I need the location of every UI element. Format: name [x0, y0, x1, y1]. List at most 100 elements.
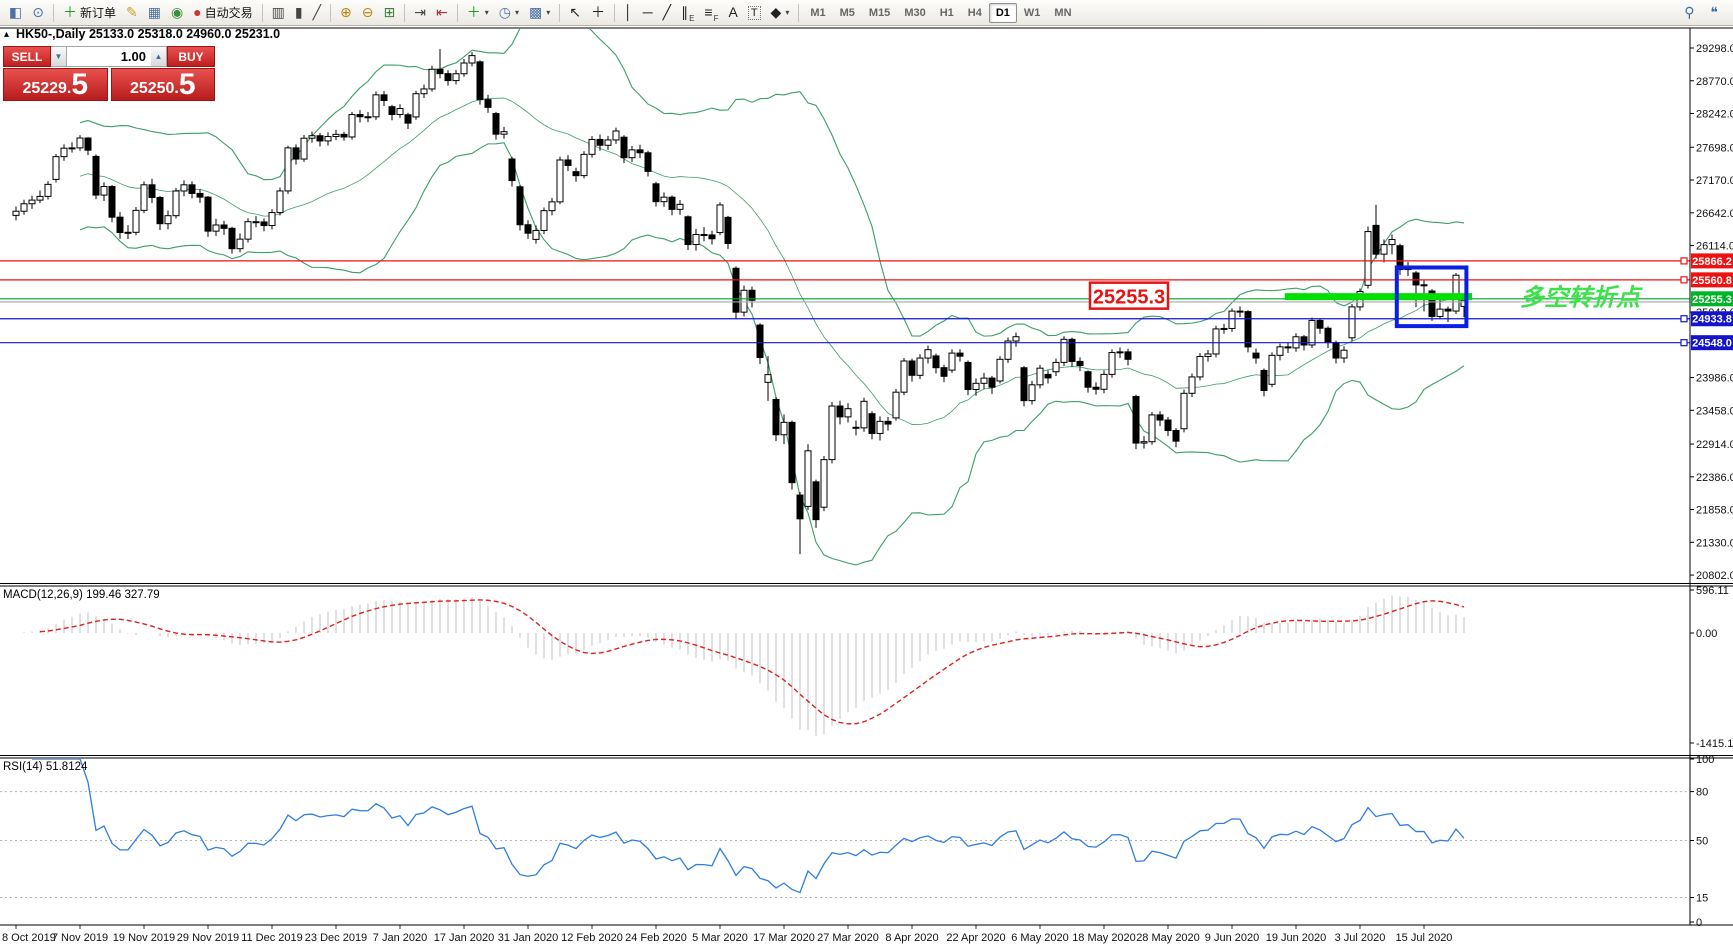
chart-canvas[interactable]: 25255.3 多空转折点 29298.0 28770.0 28242.0 27698.0…: [0, 0, 1733, 949]
crosshair-icon: ＋: [590, 4, 605, 20]
market-watch-icon[interactable]: ⊙: [27, 1, 49, 25]
horizontal-line-icon[interactable]: ─: [638, 1, 658, 25]
chart-shift-icon[interactable]: ⇤: [431, 1, 453, 25]
autotrade-button[interactable]: ● 自动交易: [188, 1, 257, 25]
toolbar-separator: [52, 3, 54, 22]
turning-point-annotation[interactable]: 多空转折点: [1520, 285, 1643, 312]
price-flag-label[interactable]: 25255.3: [1088, 281, 1170, 310]
add-indicator-button[interactable]: ＋ ▾: [462, 1, 494, 25]
main-chart-panel: [12, 29, 1468, 566]
bar-chart-icon: ▥: [271, 4, 285, 20]
chat-icon: ❝: [1710, 4, 1718, 20]
svg-text:-1415.19: -1415.19: [1696, 738, 1733, 750]
sell-price-pip: 5: [71, 68, 89, 101]
svg-text:23986.0: 23986.0: [1696, 373, 1733, 385]
panel-frames: [0, 27, 1733, 926]
buy-button[interactable]: BUY: [167, 46, 215, 67]
timeframe-w1[interactable]: W1: [1017, 3, 1048, 23]
fibonacci-icon[interactable]: ≡ F: [699, 1, 723, 25]
rsi-panel: [0, 759, 1689, 899]
chart-window-icon[interactable]: ◧: [4, 1, 27, 25]
horizontal-line-25866.2[interactable]: [0, 257, 1690, 265]
timeframe-h1[interactable]: H1: [933, 3, 961, 23]
auto-scroll-icon[interactable]: ⇥: [409, 1, 431, 25]
horizontal-line-25560.8[interactable]: [0, 276, 1690, 284]
timeframe-mn[interactable]: MN: [1047, 3, 1078, 23]
tile-windows-icon[interactable]: ⊞: [379, 1, 401, 25]
new-order-button[interactable]: ＋新订单: [58, 1, 121, 25]
timeframe-h4[interactable]: H4: [961, 3, 989, 23]
new-order-button: ＋: [62, 4, 77, 20]
svg-text:0: 0: [1696, 917, 1702, 929]
svg-text:25866.2: 25866.2: [1692, 256, 1732, 268]
zoom-in-icon[interactable]: ⊕: [335, 1, 357, 25]
volume-input[interactable]: 1.00: [67, 46, 151, 67]
timeframe-m15[interactable]: M15: [862, 3, 897, 23]
chat-icon[interactable]: ❝: [1705, 1, 1723, 25]
svg-text:25560.8: 25560.8: [1692, 275, 1732, 287]
template-icon[interactable]: ▩ ▾: [524, 1, 555, 25]
fibonacci-icon: ≡: [704, 4, 713, 20]
styler-icon[interactable]: ✎: [121, 1, 143, 25]
candlestick-chart-icon[interactable]: ▮: [290, 1, 308, 25]
shapes-icon[interactable]: ◆ ▾: [766, 1, 795, 25]
svg-text:7 Nov 2019: 7 Nov 2019: [52, 932, 108, 944]
sell-button[interactable]: SELL: [3, 46, 51, 67]
toolbar-separator: [330, 3, 332, 22]
terminal-icon: ▦: [147, 4, 161, 20]
dropdown-caret-icon: ▾: [514, 8, 519, 17]
volume-decrease-button[interactable]: ▼: [51, 46, 67, 67]
volume-increase-button[interactable]: ▲: [151, 46, 167, 67]
signals-icon: ◉: [170, 4, 184, 20]
svg-text:25255.3: 25255.3: [1692, 294, 1732, 306]
autotrade-button-label: 自动交易: [204, 6, 253, 20]
text-icon[interactable]: A: [723, 1, 742, 25]
svg-text:19 Jun 2020: 19 Jun 2020: [1266, 932, 1327, 944]
styler-icon: ✎: [125, 4, 138, 20]
crosshair-icon[interactable]: ＋: [586, 1, 610, 25]
dropdown-caret-icon: ▾: [546, 8, 551, 17]
vertical-line-icon[interactable]: │: [619, 1, 638, 25]
channel-icon[interactable]: ∥ E: [676, 1, 699, 25]
svg-text:21330.0: 21330.0: [1696, 537, 1733, 549]
zoom-out-icon: ⊖: [361, 4, 374, 20]
text-label-icon[interactable]: T: [743, 1, 766, 25]
svg-text:50: 50: [1696, 836, 1708, 848]
signals-icon[interactable]: ◉: [166, 1, 188, 25]
svg-text:17 Jan 2020: 17 Jan 2020: [434, 932, 495, 944]
horizontal-line-24548.0[interactable]: [0, 339, 1690, 347]
search-icon[interactable]: ⚲: [1679, 1, 1699, 25]
toolbar-separator: [261, 3, 263, 22]
svg-text:29 Nov 2019: 29 Nov 2019: [177, 932, 239, 944]
channel-icon-sub: E: [689, 13, 695, 23]
timeframe-m1[interactable]: M1: [803, 3, 832, 23]
sell-price[interactable]: 25229. 5: [3, 68, 108, 101]
timeframe-d1[interactable]: D1: [988, 2, 1017, 23]
svg-text:27 Mar 2020: 27 Mar 2020: [817, 932, 879, 944]
support-zone-bar[interactable]: [1284, 293, 1472, 301]
timeframe-m30[interactable]: M30: [897, 3, 932, 23]
terminal-icon[interactable]: ▦: [143, 1, 166, 25]
period-clock-icon[interactable]: ◷ ▾: [494, 1, 524, 25]
svg-text:9 Jun 2020: 9 Jun 2020: [1205, 932, 1259, 944]
svg-text:27698.0: 27698.0: [1696, 142, 1733, 154]
price-badge-25560.8: 25560.8: [1691, 272, 1733, 288]
bar-chart-icon[interactable]: ▥: [267, 1, 290, 25]
line-chart-icon: ╱: [312, 4, 322, 20]
bollinger-bands: [79, 29, 1465, 566]
buy-price[interactable]: 25250. 5: [110, 68, 215, 101]
price-axis: 29298.0 28770.0 28242.0 27698.0 27170.0 26642…: [1690, 43, 1733, 929]
line-chart-icon[interactable]: ╱: [308, 1, 326, 25]
mt4-window: 25255.3 多空转折点 29298.0 28770.0 28242.0 27698.0…: [0, 0, 1733, 949]
toolbar-separator: [404, 3, 406, 22]
timeframe-m5[interactable]: M5: [833, 3, 862, 23]
trendline-icon[interactable]: ╱: [658, 1, 676, 25]
template-icon: ▩: [528, 4, 543, 20]
toolbar-separator: [613, 3, 615, 22]
cursor-icon[interactable]: ↖: [564, 1, 586, 25]
shapes-icon: ◆: [770, 4, 782, 20]
market-watch-icon: ⊙: [32, 4, 44, 20]
zoom-out-icon[interactable]: ⊖: [357, 1, 379, 25]
chevron-up-icon: ▲: [154, 52, 163, 61]
svg-text:11 Dec 2019: 11 Dec 2019: [241, 932, 303, 944]
